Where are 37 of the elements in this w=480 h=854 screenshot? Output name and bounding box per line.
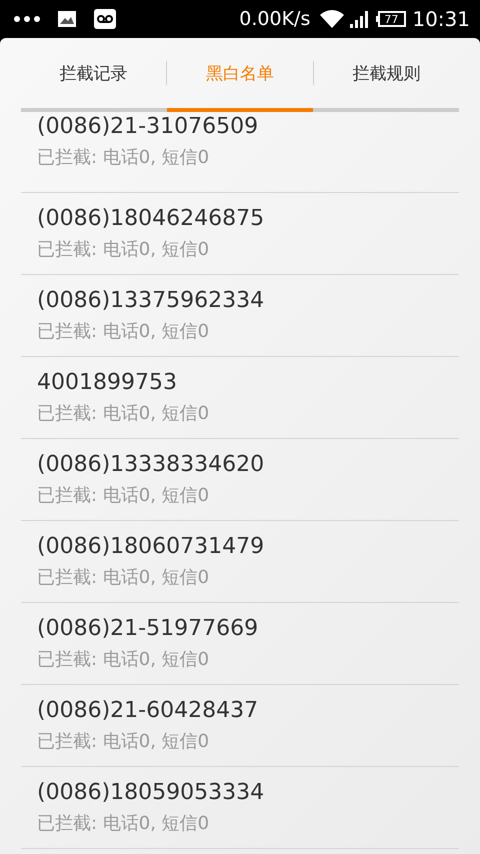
tab[interactable]: 拦截记录	[21, 54, 166, 92]
list-item[interactable]: 4001899753 已拦截: 电话0, 短信0	[21, 357, 459, 439]
phone-number: (0086)21-60428437	[37, 698, 260, 723]
phone-number: (0086)13375962334	[37, 288, 266, 313]
block-summary: 已拦截: 电话0, 短信0	[37, 730, 210, 753]
clock: 10:31	[412, 7, 470, 31]
battery-icon: 77	[376, 11, 406, 27]
block-summary: 已拦截: 电话0, 短信0	[37, 146, 210, 169]
block-summary: 已拦截: 电话0, 短信0	[37, 812, 210, 835]
phone-number: (0086)18046246875	[37, 206, 266, 231]
wifi-icon	[320, 10, 344, 28]
phone-number: 4001899753	[37, 370, 178, 395]
list-item[interactable]: (0086)21-60428437 已拦截: 电话0, 短信0	[21, 685, 459, 767]
signal-icon	[350, 10, 370, 28]
phone-number: (0086)13338334620	[37, 452, 266, 477]
list-item[interactable]: (0086)18060731479 已拦截: 电话0, 短信0	[21, 521, 459, 603]
block-summary: 已拦截: 电话0, 短信0	[37, 648, 210, 671]
network-speed: 0.00K/s	[239, 8, 310, 30]
list-item[interactable]: (0086)18046246875 已拦截: 电话0, 短信0	[21, 193, 459, 275]
block-summary: 已拦截: 电话0, 短信0	[37, 402, 210, 425]
list-item[interactable]: (0086)18059053334 已拦截: 电话0, 短信0	[21, 767, 459, 849]
list-item[interactable]: (0086)21-51977669 已拦截: 电话0, 短信0	[21, 603, 459, 685]
list-item[interactable]: (0086)13338334620 已拦截: 电话0, 短信0	[21, 439, 459, 521]
block-summary: 已拦截: 电话0, 短信0	[37, 566, 210, 589]
phone-number: (0086)18060731479	[37, 534, 266, 559]
list-item[interactable]: (0086)13375962334 已拦截: 电话0, 短信0	[21, 275, 459, 357]
block-summary: 已拦截: 电话0, 短信0	[37, 320, 210, 343]
block-summary: 已拦截: 电话0, 短信0	[37, 484, 210, 507]
voicemail-icon	[94, 9, 116, 29]
phone-number: (0086)21-31076509	[37, 114, 260, 139]
phone-number: (0086)18059053334	[37, 780, 266, 805]
image-icon	[58, 11, 76, 27]
tab[interactable]: 拦截规则	[314, 54, 459, 92]
phone-number: (0086)21-51977669	[37, 616, 260, 641]
list-item[interactable]: (0086)21-31076509 已拦截: 电话0, 短信0	[21, 112, 459, 193]
more-icon	[14, 16, 40, 22]
block-summary: 已拦截: 电话0, 短信0	[37, 238, 210, 261]
